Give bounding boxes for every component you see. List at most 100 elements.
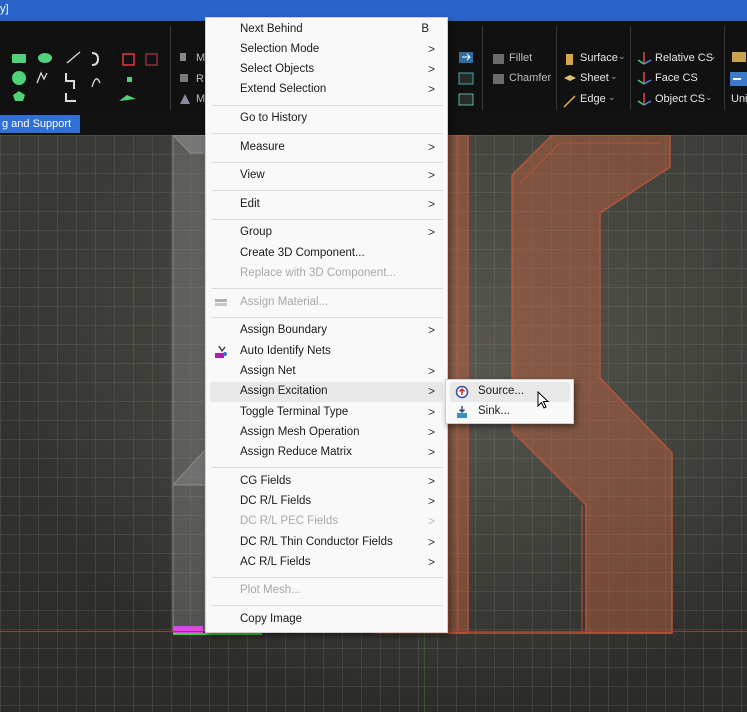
menu-item-label: Assign Excitation — [240, 385, 328, 397]
menu-separator — [212, 317, 443, 318]
menu-item-label: Plot Mesh... — [240, 584, 301, 596]
menu-item-assign-excitation[interactable]: Assign Excitation > — [210, 382, 443, 402]
chevron-right-icon: > — [427, 494, 435, 508]
coordinate-system-icons — [637, 52, 652, 106]
menu-item-label: Group — [240, 226, 272, 238]
menu-item-label: View — [240, 169, 265, 181]
chevron-right-icon: > — [427, 514, 435, 528]
menu-item-label: Assign Mesh Operation — [240, 426, 360, 438]
title-text: y] — [0, 3, 9, 15]
menu-item-toggle-terminal-type[interactable]: Toggle Terminal Type > — [210, 403, 443, 423]
surface-dropdown[interactable]: Surface — [580, 52, 618, 64]
ribbon-label-m1[interactable]: M — [196, 52, 205, 64]
chevron-right-icon: > — [427, 82, 435, 96]
material-icon — [215, 299, 227, 306]
menu-separator — [212, 133, 443, 134]
sheet-dropdown[interactable]: Sheet — [580, 72, 609, 84]
menu-item-group[interactable]: Group > — [210, 223, 443, 243]
menu-item-label: Create 3D Component... — [240, 247, 365, 259]
menu-item-label: CG Fields — [240, 475, 292, 487]
chevron-right-icon: > — [427, 62, 435, 76]
submenu-item-sink[interactable]: Sink... — [450, 402, 570, 422]
chamfer-button[interactable]: Chamfer — [509, 72, 551, 84]
menu-separator — [212, 467, 443, 468]
chevron-down-icon: ⌄ — [618, 51, 626, 61]
auto-identify-nets-icon — [215, 345, 227, 358]
menu-item-label: Measure — [240, 141, 285, 153]
menu-item-assign-material: Assign Material... — [210, 293, 443, 313]
chevron-right-icon: > — [427, 405, 435, 419]
menu-item-label: Next Behind — [240, 23, 303, 35]
chevron-right-icon: > — [427, 535, 435, 549]
ribbon-separator — [556, 26, 557, 110]
menu-item-cg-fields[interactable]: CG Fields > — [210, 472, 443, 492]
chevron-right-icon: > — [427, 42, 435, 56]
chevron-right-icon: > — [427, 364, 435, 378]
menu-item-label: Edit — [240, 198, 260, 210]
menu-item-label: Toggle Terminal Type — [240, 406, 349, 418]
menu-item-plot-mesh: Plot Mesh... — [210, 581, 443, 601]
menu-item-measure[interactable]: Measure > — [210, 138, 443, 158]
ribbon-label-m2[interactable]: R — [196, 73, 204, 85]
menu-item-shortcut: B — [421, 23, 429, 35]
menu-item-assign-mesh-operation[interactable]: Assign Mesh Operation > — [210, 423, 443, 443]
menu-item-assign-net[interactable]: Assign Net > — [210, 362, 443, 382]
mouse-cursor-icon — [537, 391, 550, 409]
object-cs-dropdown[interactable]: Object CS — [655, 93, 705, 105]
menu-item-auto-identify-nets[interactable]: Auto Identify Nets — [210, 342, 443, 362]
menu-item-label: AC R/L Fields — [240, 556, 311, 568]
chevron-right-icon: > — [427, 197, 435, 211]
menu-item-go-to-history[interactable]: Go to History — [210, 109, 443, 129]
submenu-item-label: Source... — [478, 385, 525, 397]
menu-item-ac-rl-fields[interactable]: AC R/L Fields > — [210, 553, 443, 573]
context-menu: Next Behind B Selection Mode > Select Ob… — [205, 17, 448, 633]
menu-item-label: DC R/L Thin Conductor Fields — [240, 536, 393, 548]
menu-item-replace-3d-component: Replace with 3D Component... — [210, 264, 443, 284]
menu-item-extend-selection[interactable]: Extend Selection > — [210, 80, 443, 100]
menu-separator — [212, 577, 443, 578]
units-button[interactable]: Uni — [731, 93, 747, 105]
menu-item-label: DC R/L Fields — [240, 495, 312, 507]
menu-item-label: Selection Mode — [240, 43, 320, 55]
menu-separator — [212, 219, 443, 220]
chevron-right-icon: > — [427, 425, 435, 439]
menu-item-create-3d-component[interactable]: Create 3D Component... — [210, 244, 443, 264]
submenu-item-source[interactable]: Source... — [450, 382, 570, 402]
menu-item-dc-rl-fields[interactable]: DC R/L Fields > — [210, 492, 443, 512]
edge-dropdown[interactable]: Edge — [580, 93, 606, 105]
chevron-down-icon: ⌄ — [608, 92, 616, 102]
fillet-button[interactable]: Fillet — [509, 52, 532, 64]
draw-tools-icons[interactable] — [4, 49, 174, 111]
menu-item-copy-image[interactable]: Copy Image — [210, 610, 443, 630]
menu-item-assign-reduce-matrix[interactable]: Assign Reduce Matrix > — [210, 443, 443, 463]
face-cs-button[interactable]: Face CS — [655, 72, 698, 84]
menu-item-selection-mode[interactable]: Selection Mode > — [210, 40, 443, 60]
source-icon — [455, 385, 469, 399]
menu-item-label: Copy Image — [240, 613, 303, 625]
boolean-icons[interactable] — [458, 50, 476, 108]
menu-item-next-behind[interactable]: Next Behind B — [210, 20, 443, 40]
chevron-down-icon: ⌄ — [705, 92, 713, 102]
menu-separator — [212, 105, 443, 106]
menu-item-label: Assign Boundary — [240, 324, 327, 336]
menu-item-label: Assign Reduce Matrix — [240, 446, 352, 458]
menu-item-label: Assign Material... — [240, 296, 329, 308]
ribbon-separator — [482, 26, 483, 110]
tab-active[interactable]: g and Support — [0, 115, 80, 133]
units-icons[interactable] — [730, 52, 747, 88]
menu-separator — [212, 288, 443, 289]
menu-item-assign-boundary[interactable]: Assign Boundary > — [210, 321, 443, 341]
ribbon-label-m3[interactable]: M — [196, 93, 205, 105]
menu-separator — [212, 162, 443, 163]
chevron-down-icon: ⌄ — [709, 51, 717, 61]
menu-item-edit[interactable]: Edit > — [210, 195, 443, 215]
menu-item-select-objects[interactable]: Select Objects > — [210, 60, 443, 80]
chevron-right-icon: > — [427, 140, 435, 154]
relative-cs-dropdown[interactable]: Relative CS — [655, 52, 713, 64]
menu-item-view[interactable]: View > — [210, 166, 443, 186]
menu-item-label: Select Objects — [240, 63, 315, 75]
ribbon-separator — [724, 26, 725, 110]
menu-item-dc-rl-thin-conductor-fields[interactable]: DC R/L Thin Conductor Fields > — [210, 533, 443, 553]
menu-item-label: Go to History — [240, 112, 308, 124]
chevron-right-icon: > — [427, 384, 435, 398]
